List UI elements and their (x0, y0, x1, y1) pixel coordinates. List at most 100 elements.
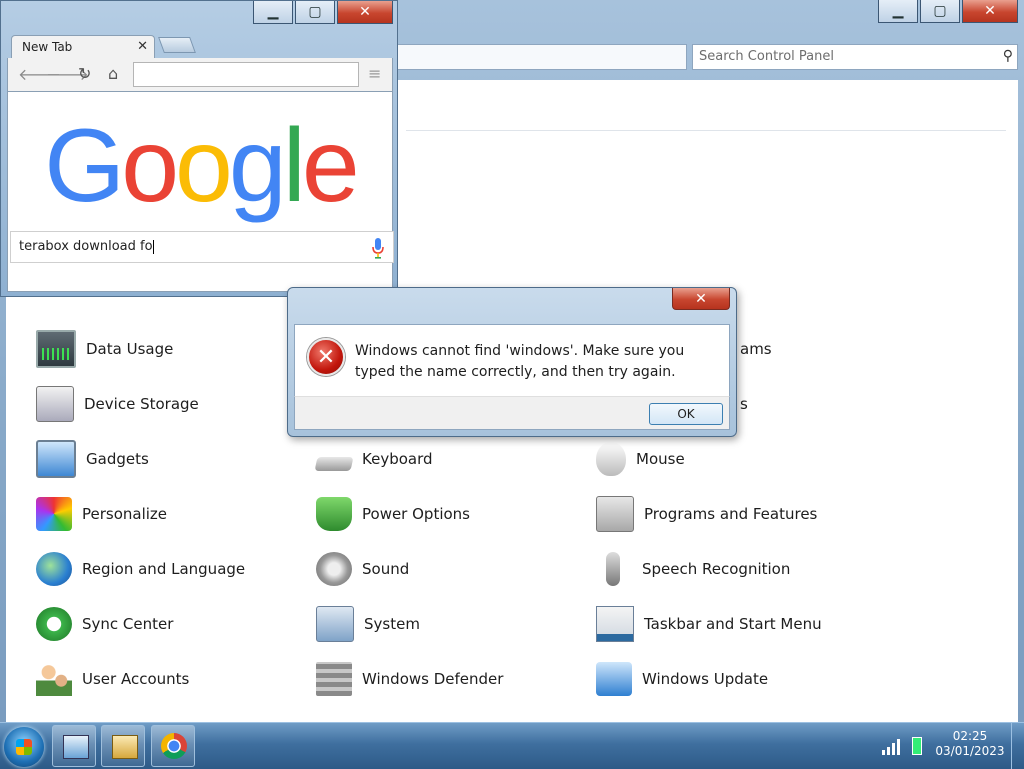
cp-item-label: Speech Recognition (642, 560, 791, 578)
cp-item-partial[interactable]: s (740, 386, 748, 422)
cp-item-region-language[interactable]: Region and Language (36, 551, 245, 587)
close-button[interactable]: ✕ (337, 1, 393, 24)
cp-item-default-programs-partial[interactable]: ams (740, 331, 772, 367)
maximize-button[interactable]: ▢ (295, 1, 335, 24)
cp-item-speech-recognition[interactable]: Speech Recognition (596, 551, 790, 587)
home-icon[interactable]: ⌂ (108, 64, 118, 83)
windows-defender-icon (316, 662, 352, 696)
cp-item-user-accounts[interactable]: User Accounts (36, 661, 189, 697)
google-search-input[interactable]: terabox download fo (10, 231, 394, 263)
cp-item-label: Power Options (362, 505, 470, 523)
cp-item-label: Keyboard (362, 450, 433, 468)
power-options-icon (316, 497, 352, 531)
taskbar-app-control-panel[interactable] (52, 725, 96, 767)
tab-close-icon[interactable]: ✕ (137, 39, 148, 54)
cp-item-gadgets[interactable]: Gadgets (36, 440, 149, 478)
cp-item-label: Device Storage (84, 395, 199, 413)
google-logo: Google (8, 114, 392, 218)
header-divider (406, 130, 1006, 131)
minimize-icon: ▁ (892, 3, 904, 19)
close-icon: ✕ (984, 3, 996, 19)
search-icon[interactable]: ⚲ (1003, 48, 1013, 64)
ok-button[interactable]: OK (649, 403, 723, 425)
cp-item-label: Mouse (636, 450, 685, 468)
windows-update-icon (596, 662, 632, 696)
google-logo-letter: o (175, 108, 233, 224)
device-storage-icon (36, 386, 74, 422)
sound-icon (316, 552, 352, 586)
browser-window: ▁ ▢ ✕ New Tab ✕ 🡐 🡒 ↻ ⌂ ≡ Google terabox… (0, 0, 398, 297)
error-icon: ✕ (307, 338, 345, 376)
system-icon (316, 606, 354, 642)
system-clock[interactable]: 02:25 03/01/2023 (932, 729, 1008, 759)
cp-item-label: Windows Defender (362, 670, 504, 688)
new-tab-button[interactable] (158, 37, 196, 53)
cp-item-label: System (364, 615, 420, 633)
text-caret (152, 239, 154, 254)
control-panel-icon (63, 735, 89, 759)
google-logo-letter: g (228, 108, 287, 224)
cp-item-keyboard[interactable]: Keyboard (314, 441, 433, 477)
data-usage-icon (36, 330, 76, 368)
cp-item-power-options[interactable]: Power Options (316, 496, 470, 532)
taskbar: 02:25 03/01/2023 (0, 722, 1024, 769)
cp-item-label: s (740, 395, 748, 413)
cp-item-programs-features[interactable]: Programs and Features (596, 496, 817, 532)
taskbar-app-chrome[interactable] (151, 725, 195, 767)
cp-item-system[interactable]: System (316, 606, 420, 642)
minimize-button[interactable]: ▁ (253, 1, 293, 24)
cp-item-label: Sync Center (82, 615, 174, 633)
cp-item-taskbar-start-menu[interactable]: Taskbar and Start Menu (596, 606, 822, 642)
battery-icon[interactable] (912, 737, 922, 755)
cp-item-windows-defender[interactable]: Windows Defender (316, 661, 503, 697)
error-dialog: ✕ ✕ Windows cannot find 'windows'. Make … (287, 287, 737, 437)
minimize-icon: ▁ (267, 4, 279, 20)
minimize-button[interactable]: ▁ (878, 0, 918, 23)
programs-features-icon (596, 496, 634, 532)
cp-item-sound[interactable]: Sound (316, 551, 409, 587)
cp-item-label: User Accounts (82, 670, 190, 688)
network-signal-icon[interactable] (882, 737, 904, 755)
user-accounts-icon (36, 662, 72, 696)
taskbar-start-menu-icon (596, 606, 634, 642)
reload-icon[interactable]: ↻ (78, 64, 91, 83)
cp-item-data-usage[interactable]: Data Usage (36, 330, 173, 368)
cp-item-windows-update[interactable]: Windows Update (596, 661, 768, 697)
menu-icon[interactable]: ≡ (368, 64, 381, 83)
cp-item-personalize[interactable]: Personalize (36, 496, 167, 532)
error-message: Windows cannot find 'windows'. Make sure… (355, 343, 685, 380)
dialog-footer: OK (294, 396, 730, 430)
google-logo-letter: l (282, 108, 306, 224)
close-icon: ✕ (359, 4, 371, 20)
cp-item-sync-center[interactable]: Sync Center (36, 606, 173, 642)
dialog-close-button[interactable]: ✕ (672, 288, 730, 310)
start-button[interactable] (4, 727, 44, 767)
close-button[interactable]: ✕ (962, 0, 1018, 23)
cp-item-label: Personalize (82, 505, 168, 523)
close-icon: ✕ (695, 290, 707, 307)
address-bar-input[interactable] (133, 62, 359, 87)
address-bar[interactable] (395, 44, 687, 70)
cp-item-label: Sound (362, 560, 410, 578)
cp-item-label: ams (740, 340, 772, 358)
show-desktop-button[interactable] (1011, 723, 1024, 769)
browser-page: Google terabox download fo (7, 91, 394, 292)
keyboard-icon (314, 457, 354, 471)
search-query: terabox download fo (19, 239, 153, 254)
cp-item-device-storage[interactable]: Device Storage (36, 386, 199, 422)
windows-explorer-icon (112, 735, 138, 759)
cp-item-mouse[interactable]: Mouse (596, 441, 685, 477)
cp-item-label: Windows Update (642, 670, 769, 688)
clock-date: 03/01/2023 (935, 744, 1005, 758)
google-logo-letter: o (121, 108, 179, 224)
search-control-panel-input[interactable]: Search Control Panel ⚲ (692, 44, 1018, 70)
dialog-body: ✕ Windows cannot find 'windows'. Make su… (294, 324, 730, 396)
taskbar-app-windows-explorer[interactable] (101, 725, 145, 767)
tab-new-tab[interactable]: New Tab ✕ (11, 35, 155, 59)
region-language-icon (36, 552, 72, 586)
maximize-button[interactable]: ▢ (920, 0, 960, 23)
microphone-icon[interactable] (371, 237, 385, 259)
cp-item-label: Region and Language (82, 560, 246, 578)
clock-time: 02:25 (952, 729, 988, 743)
sync-center-icon (36, 607, 72, 641)
